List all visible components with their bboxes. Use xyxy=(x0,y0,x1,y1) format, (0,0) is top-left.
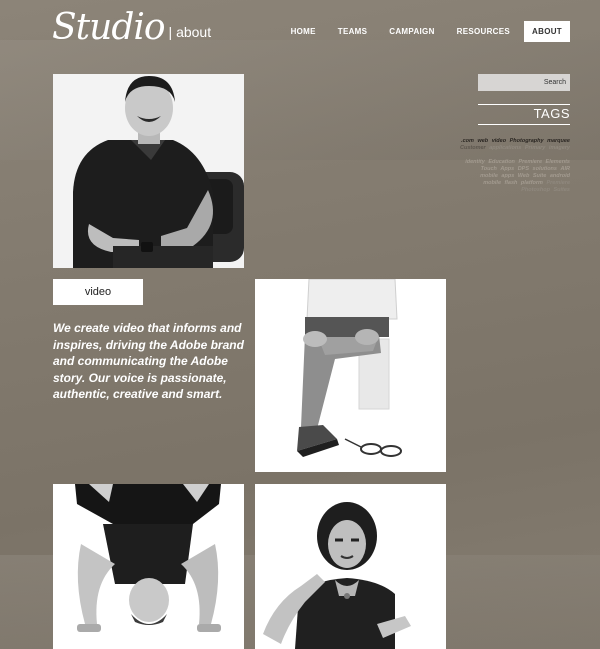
team-photo-4[interactable] xyxy=(255,484,446,649)
tag-link[interactable]: Photography xyxy=(510,138,544,144)
tag-link[interactable]: platform xyxy=(521,180,543,186)
portrait-image xyxy=(53,74,244,268)
tag-link[interactable]: imagery xyxy=(549,145,570,151)
tag-cloud: .com web video Photography marquee Custo… xyxy=(458,138,570,194)
tag-link[interactable]: Premiere xyxy=(518,159,542,165)
tag-link[interactable]: DPS xyxy=(518,166,529,172)
tag-link[interactable]: mobile xyxy=(483,180,501,186)
nav-home[interactable]: HOME xyxy=(283,21,324,42)
tags-divider-top xyxy=(478,104,570,105)
tags-divider-bottom xyxy=(478,124,570,125)
tag-link[interactable]: applications xyxy=(489,145,521,151)
search-input[interactable]: Search xyxy=(478,74,570,91)
tag-link[interactable]: Suites xyxy=(553,187,570,193)
team-photo-1[interactable] xyxy=(53,74,244,268)
tag-link[interactable]: Photoshop xyxy=(521,187,550,193)
tag-link[interactable]: identity xyxy=(465,159,485,165)
logo-script: Studio xyxy=(52,7,166,48)
nav-teams[interactable]: TEAMS xyxy=(330,21,376,42)
tag-link[interactable]: .com xyxy=(461,138,474,144)
main-nav: HOME TEAMS CAMPAIGN RESOURCES ABOUT xyxy=(277,21,570,42)
tagline-text: We create video that informs and inspire… xyxy=(53,321,244,401)
tag-link[interactable]: Premiere xyxy=(546,180,570,186)
tags-heading: TAGS xyxy=(533,106,570,121)
tag-link[interactable]: Web xyxy=(518,173,530,179)
nav-campaign[interactable]: CAMPAIGN xyxy=(381,21,442,42)
video-label[interactable]: video xyxy=(53,279,143,305)
tag-link[interactable]: mobile xyxy=(480,173,498,179)
team-photo-3[interactable] xyxy=(53,484,244,649)
tag-link[interactable]: marquee xyxy=(547,138,570,144)
tag-link[interactable]: Touch xyxy=(481,166,497,172)
tag-link[interactable]: android xyxy=(550,173,570,179)
tag-link[interactable]: solutions xyxy=(533,166,557,172)
tag-link[interactable]: apps xyxy=(501,173,514,179)
tag-link[interactable]: Customer xyxy=(460,145,486,151)
portrait-image xyxy=(255,484,446,649)
tag-link[interactable]: video xyxy=(492,138,506,144)
nav-about[interactable]: ABOUT xyxy=(524,21,570,42)
tag-link[interactable]: AIR xyxy=(561,166,570,172)
portrait-image xyxy=(255,279,446,472)
tag-link[interactable]: web xyxy=(477,138,488,144)
tag-link[interactable]: Education xyxy=(488,159,515,165)
tag-link[interactable]: Apps xyxy=(500,166,514,172)
tag-link[interactable]: Suite xyxy=(533,173,546,179)
tag-link[interactable]: Primary xyxy=(525,145,546,151)
portrait-image xyxy=(53,484,244,649)
tag-link[interactable]: Elements xyxy=(546,159,570,165)
logo-section: | about xyxy=(168,24,212,40)
nav-resources[interactable]: RESOURCES xyxy=(449,21,518,42)
team-photo-2[interactable] xyxy=(255,279,446,472)
tag-link[interactable]: flash xyxy=(505,180,518,186)
site-logo[interactable]: Studio | about xyxy=(52,8,211,48)
